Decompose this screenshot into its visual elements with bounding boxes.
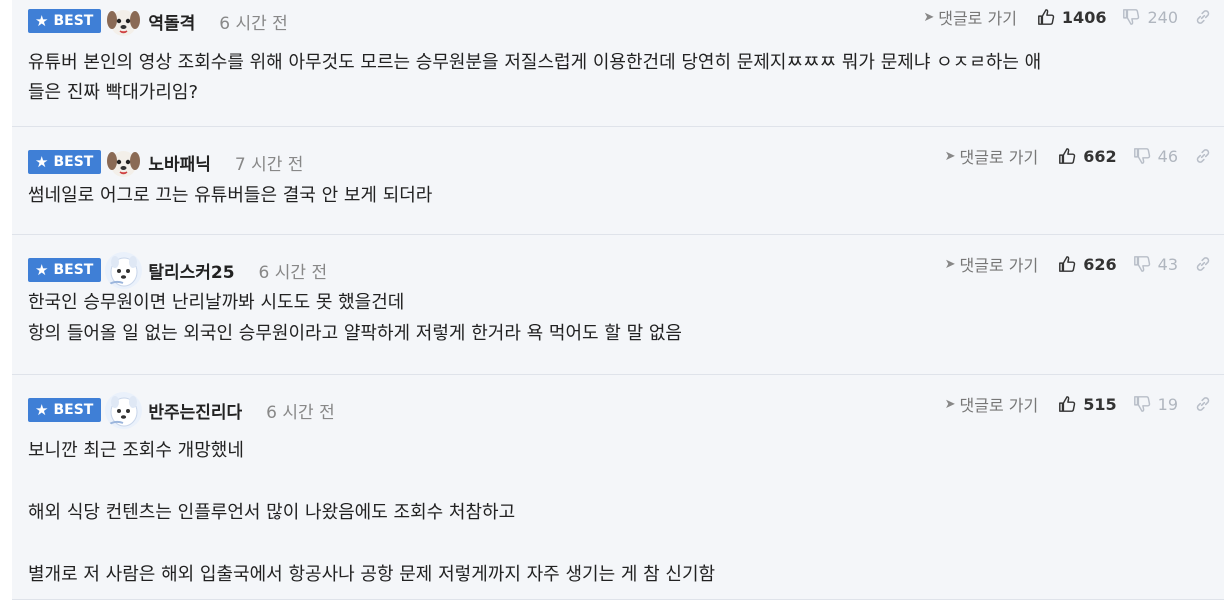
star-icon: ★ (35, 153, 49, 171)
comment-line: 들은 진짜 빡대가리임? (28, 82, 199, 103)
comment-header: ★ BEST 탈리스커25 6 시간 전 (28, 251, 327, 289)
goto-label: 댓글로 가기 (959, 148, 1039, 167)
comment-body: 유튜버 본인의 영상 조회수를 위해 아무것도 모르는 승무원분을 저질스럽게 … (28, 48, 1194, 108)
comment-line: 한국인 승무원이면 난리날까봐 시도도 못 했을건데 (28, 292, 405, 313)
dislike-button[interactable]: 19 (1133, 395, 1178, 414)
goto-label: 댓글로 가기 (938, 9, 1017, 28)
best-badge: ★ BEST (28, 150, 102, 174)
goto-comment-link[interactable]: ➤ 댓글로 가기 (923, 5, 1017, 29)
nickname[interactable]: 탈리스커25 (148, 258, 234, 283)
puppy-avatar-icon[interactable] (105, 143, 143, 181)
goto-label: 댓글로 가기 (959, 256, 1039, 275)
thumbs-down-icon (1133, 396, 1150, 412)
link-icon[interactable] (1194, 255, 1212, 273)
send-arrow-icon: ➤ (944, 256, 956, 272)
comment-line: 썸네일로 어그로 끄는 유튜버들은 결국 안 보게 되더라 (28, 185, 433, 206)
goto-label: 댓글로 가기 (959, 396, 1039, 415)
comment-header: ★ BEST 반주는진리다 6 시간 전 (28, 391, 335, 429)
dislike-button[interactable]: 46 (1133, 147, 1178, 166)
nickname[interactable]: 반주는진리다 (148, 398, 242, 423)
dislike-count: 43 (1157, 254, 1178, 274)
comment-item: ★ BEST 반주는진리다 6 시간 전 ➤ 댓글로 가기 515 19 보니깐 최… (12, 375, 1224, 600)
dislike-count: 46 (1157, 146, 1178, 166)
thumbs-up-icon (1059, 148, 1076, 164)
comment-body: 썸네일로 어그로 끄는 유튜버들은 결국 안 보게 되더라 (28, 181, 1194, 210)
comment-line: 보니깐 최근 조회수 개망했네 (28, 440, 244, 461)
star-icon: ★ (35, 12, 49, 30)
best-badge: ★ BEST (28, 258, 102, 282)
thumbs-down-icon (1133, 148, 1150, 164)
best-label: BEST (53, 262, 94, 278)
like-count: 1406 (1061, 7, 1107, 27)
goto-comment-link[interactable]: ➤ 댓글로 가기 (945, 144, 1039, 168)
best-label: BEST (53, 154, 94, 170)
like-count: 515 (1083, 394, 1117, 414)
timestamp: 6 시간 전 (258, 262, 328, 283)
timestamp: 6 시간 전 (219, 13, 288, 34)
comment-line: 별개로 저 사람은 해외 입출국에서 항공사나 공항 문제 저렇게까지 자주 생… (28, 564, 716, 585)
comment-body: 한국인 승무원이면 난리날까봐 시도도 못 했을건데항의 들어올 일 없는 외국… (28, 287, 1194, 349)
send-arrow-icon: ➤ (944, 396, 956, 412)
goto-comment-link[interactable]: ➤ 댓글로 가기 (945, 252, 1039, 276)
link-icon[interactable] (1194, 395, 1212, 413)
dislike-count: 240 (1147, 7, 1178, 27)
like-count: 662 (1083, 146, 1117, 166)
comment-item: ★ BEST 탈리스커25 6 시간 전 ➤ 댓글로 가기 626 43 한국인 승… (12, 235, 1224, 375)
timestamp: 7 시간 전 (234, 154, 304, 175)
comment-actions: ➤ 댓글로 가기 626 43 (945, 247, 1212, 281)
like-button[interactable]: 626 (1058, 254, 1117, 274)
timestamp: 6 시간 전 (266, 402, 335, 423)
comment-header: ★ BEST 역돌격 6 시간 전 (28, 2, 288, 40)
comment-item: ★ BEST 노바패닉 7 시간 전 ➤ 댓글로 가기 662 46 썸네일로 … (12, 127, 1224, 235)
like-button[interactable]: 515 (1058, 394, 1117, 414)
send-arrow-icon: ➤ (944, 148, 956, 164)
link-icon[interactable] (1194, 147, 1212, 165)
thumbs-up-icon (1059, 256, 1076, 272)
puppy-avatar-icon[interactable] (105, 2, 143, 40)
comment-line: 해외 식당 컨텐츠는 인플루언서 많이 나왔음에도 조회수 처참하고 (28, 502, 516, 523)
nickname[interactable]: 노바패닉 (148, 150, 211, 175)
comment-header: ★ BEST 노바패닉 7 시간 전 (28, 143, 303, 181)
comment-line: 항의 들어올 일 없는 외국인 승무원이라고 얄팍하게 저렇게 한거라 욕 먹어… (28, 323, 682, 344)
dislike-button[interactable]: 240 (1122, 8, 1178, 27)
dislike-count: 19 (1157, 394, 1178, 414)
comment-body: 보니깐 최근 조회수 개망했네해외 식당 컨텐츠는 인플루언서 많이 나왔음에도… (28, 435, 1194, 590)
nickname[interactable]: 역돌격 (148, 9, 195, 34)
thumbs-up-icon (1038, 9, 1055, 25)
best-label: BEST (53, 402, 94, 418)
goto-comment-link[interactable]: ➤ 댓글로 가기 (945, 392, 1039, 416)
like-button[interactable]: 1406 (1037, 7, 1107, 27)
dislike-button[interactable]: 43 (1133, 255, 1178, 274)
star-icon: ★ (35, 261, 49, 279)
like-button[interactable]: 662 (1058, 146, 1117, 166)
thumbs-up-icon (1059, 396, 1076, 412)
best-label: BEST (53, 13, 94, 29)
link-icon[interactable] (1194, 8, 1212, 26)
best-badge: ★ BEST (28, 9, 102, 33)
best-comment-list: ★ BEST 역돌격 6 시간 전 ➤ 댓글로 가기 1406 240 유튜버 … (12, 0, 1224, 600)
like-count: 626 (1083, 254, 1117, 274)
comment-actions: ➤ 댓글로 가기 1406 240 (923, 0, 1212, 34)
white-dog-avatar-icon[interactable] (105, 391, 143, 429)
white-dog-avatar-icon[interactable] (105, 251, 143, 289)
send-arrow-icon: ➤ (923, 9, 935, 25)
star-icon: ★ (35, 401, 49, 419)
comment-actions: ➤ 댓글로 가기 515 19 (945, 387, 1212, 421)
left-margin (0, 0, 12, 600)
thumbs-down-icon (1123, 9, 1140, 25)
best-badge: ★ BEST (28, 398, 102, 422)
comment-item: ★ BEST 역돌격 6 시간 전 ➤ 댓글로 가기 1406 240 유튜버 … (12, 0, 1224, 127)
thumbs-down-icon (1133, 256, 1150, 272)
comment-actions: ➤ 댓글로 가기 662 46 (945, 139, 1212, 173)
comment-line: 유튜버 본인의 영상 조회수를 위해 아무것도 모르는 승무원분을 저질스럽게 … (28, 52, 1042, 73)
